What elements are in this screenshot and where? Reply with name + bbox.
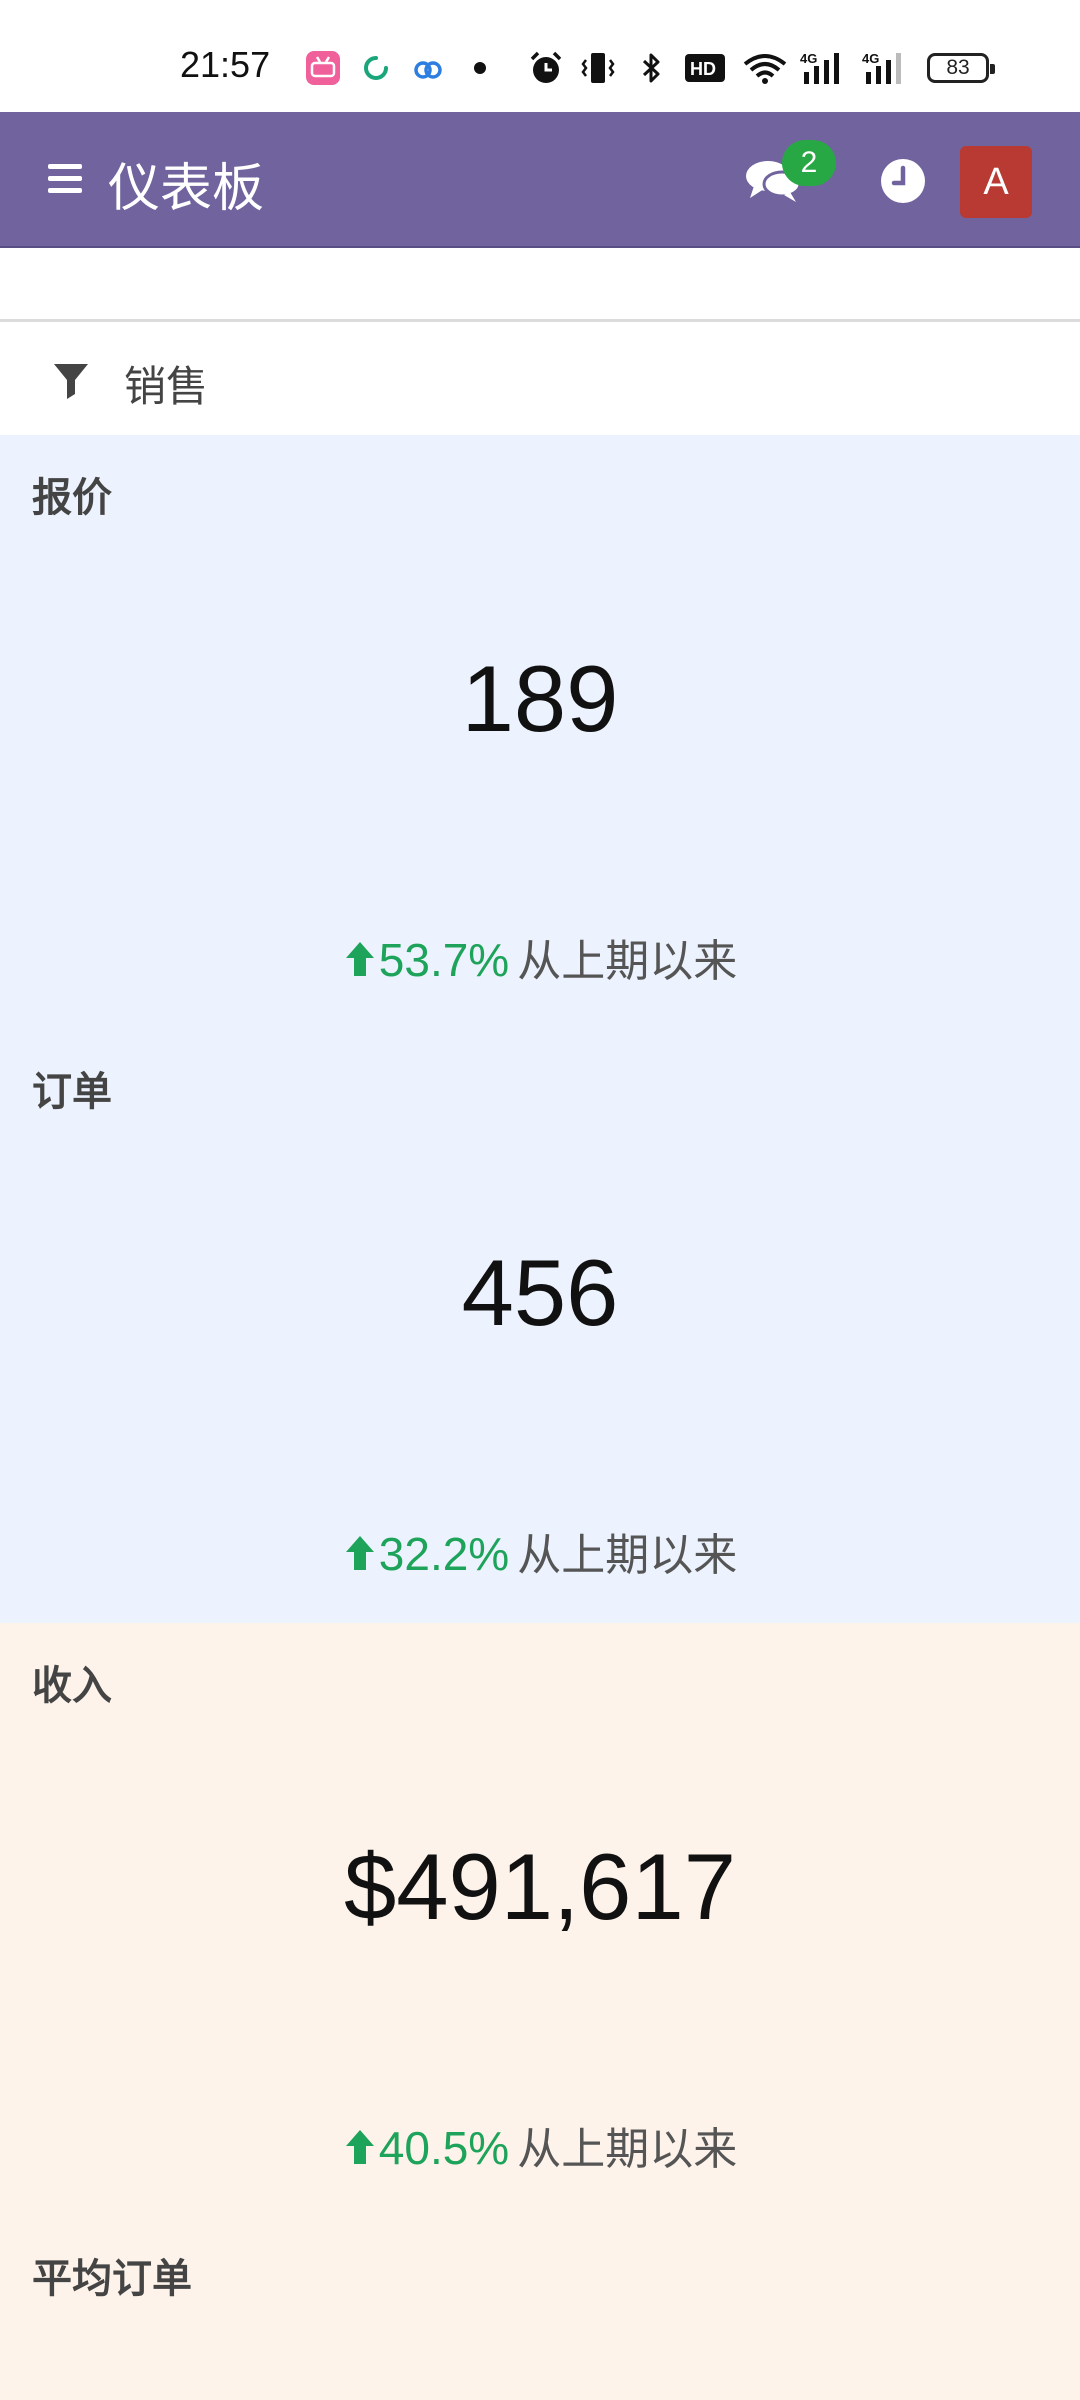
trend-text: 从上期以来 xyxy=(517,2125,738,2174)
signal-4g-icon: 4G xyxy=(862,51,901,84)
avatar[interactable]: A xyxy=(960,146,1032,218)
page-title: 仪表板 xyxy=(108,160,265,218)
kpi-label: 报价 xyxy=(32,476,112,520)
chat-badge: 2 xyxy=(782,140,836,186)
kpi-value: 189 xyxy=(461,646,619,751)
status-time: 21:57 xyxy=(180,44,271,85)
kpi-label: 收入 xyxy=(32,1664,112,1708)
battery-icon: 83 xyxy=(927,53,995,83)
kpi-label: 订单 xyxy=(32,1070,112,1114)
kpi-card-quotations[interactable]: 报价 189 53.7% 从上期以来 xyxy=(0,435,1080,1029)
bluetooth-icon xyxy=(642,53,660,83)
cloud-icon xyxy=(414,61,442,79)
arrow-up-icon xyxy=(345,942,374,976)
svg-text:4G: 4G xyxy=(862,51,879,66)
menu-icon[interactable] xyxy=(48,164,82,194)
trend-text: 从上期以来 xyxy=(517,937,738,986)
search-strip xyxy=(0,250,1080,322)
kpi-trend: 32.2% 从上期以来 xyxy=(0,1519,1080,1583)
filter-label: 销售 xyxy=(124,363,209,410)
app-bar: 仪表板 2 A xyxy=(0,112,1080,248)
kpi-value: $491,617 xyxy=(343,1834,737,1939)
kpi-card-average-order[interactable]: 平均订单 xyxy=(0,2216,1080,2400)
dot-icon xyxy=(474,62,486,74)
signal-4g-icon: 4G xyxy=(800,51,839,84)
filter-icon xyxy=(54,364,88,399)
arrow-up-icon xyxy=(345,1536,374,1570)
status-bar: 21:57 HD 4G 4G 83 xyxy=(0,0,1080,112)
kpi-value: 456 xyxy=(461,1240,619,1345)
wifi-icon xyxy=(743,54,787,84)
sync-icon xyxy=(364,56,388,80)
bilibili-icon xyxy=(306,51,340,85)
trend-text: 从上期以来 xyxy=(517,1531,738,1580)
kpi-card-revenue[interactable]: 收入 $491,617 40.5% 从上期以来 xyxy=(0,1623,1080,2217)
svg-text:HD: HD xyxy=(690,59,716,79)
kpi-trend: 53.7% 从上期以来 xyxy=(0,925,1080,989)
kpi-trend: 40.5% 从上期以来 xyxy=(0,2113,1080,2177)
svg-text:4G: 4G xyxy=(800,51,817,66)
trend-percent: 40.5% xyxy=(378,2122,510,2174)
vibrate-icon xyxy=(581,53,615,83)
trend-percent: 53.7% xyxy=(378,934,510,986)
arrow-up-icon xyxy=(345,2130,374,2164)
filter-row[interactable]: 销售 xyxy=(0,325,1080,435)
kpi-label: 平均订单 xyxy=(32,2257,192,2301)
trend-percent: 32.2% xyxy=(378,1528,510,1580)
hd-icon: HD xyxy=(685,54,725,82)
kpi-card-orders[interactable]: 订单 456 32.2% 从上期以来 xyxy=(0,1029,1080,1623)
alarm-icon xyxy=(530,51,562,83)
clock-icon[interactable] xyxy=(878,156,928,206)
